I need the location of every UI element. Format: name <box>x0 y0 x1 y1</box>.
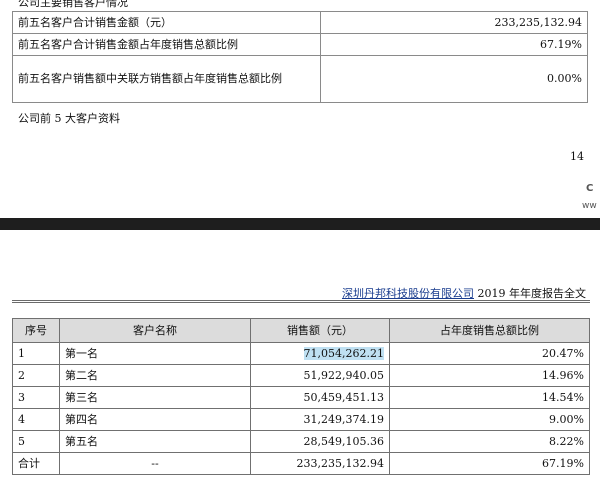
customer-name: 第二名 <box>59 364 251 387</box>
company-name-link[interactable]: 深圳丹邦科技股份有限公司 <box>342 287 474 300</box>
selected-text[interactable]: 71,054,262.21 <box>303 346 384 360</box>
column-header: 客户名称 <box>59 318 251 343</box>
sales-amount: 71,054,262.21 <box>250 342 390 365</box>
sales-ratio: 8.22% <box>389 430 590 453</box>
sales-ratio: 9.00% <box>389 408 590 431</box>
customer-name: 第三名 <box>59 386 251 409</box>
header-rule <box>12 302 590 303</box>
watermark-logo: C <box>586 183 594 194</box>
customer-name: 第四名 <box>59 408 251 431</box>
table-row: 4 第四名 31,249,374.19 9.00% <box>12 408 590 431</box>
row-number: 4 <box>12 408 60 431</box>
summary-value: 233,235,132.94 <box>320 11 588 34</box>
customer-name: 第五名 <box>59 430 251 453</box>
row-number: 2 <box>12 364 60 387</box>
summary-label: 前五名客户合计销售金额占年度销售总额比例 <box>12 33 321 56</box>
table-row: 3 第三名 50,459,451.13 14.54% <box>12 386 590 409</box>
customer-name: 第一名 <box>59 342 251 365</box>
summary-value: 67.19% <box>320 33 588 56</box>
section-title: 公司主要销售客户情况 <box>18 0 128 9</box>
page-break-divider <box>0 218 600 230</box>
page-number: 14 <box>570 150 584 163</box>
row-number: 5 <box>12 430 60 453</box>
total-name: -- <box>59 452 251 475</box>
column-header: 序号 <box>12 318 60 343</box>
sales-amount: 50,459,451.13 <box>250 386 390 409</box>
column-header: 占年度销售总额比例 <box>389 318 590 343</box>
sales-ratio: 20.47% <box>389 342 590 365</box>
summary-label: 前五名客户合计销售金额（元） <box>12 11 321 34</box>
watermark-url: ww <box>582 201 597 211</box>
table-header-row: 序号 客户名称 销售额（元） 占年度销售总额比例 <box>12 318 590 343</box>
table-row: 前五名客户合计销售金额（元） 233,235,132.94 <box>12 11 588 34</box>
table-row: 1 第一名 71,054,262.21 20.47% <box>12 342 590 365</box>
column-header: 销售额（元） <box>250 318 390 343</box>
sales-amount: 51,922,940.05 <box>250 364 390 387</box>
table-row: 前五名客户销售额中关联方销售额占年度销售总额比例 0.00% <box>12 55 588 103</box>
total-amount: 233,235,132.94 <box>250 452 390 475</box>
row-number: 1 <box>12 342 60 365</box>
sales-amount: 31,249,374.19 <box>250 408 390 431</box>
sales-ratio: 14.96% <box>389 364 590 387</box>
total-label: 合计 <box>12 452 60 475</box>
sales-ratio: 14.54% <box>389 386 590 409</box>
summary-label: 前五名客户销售额中关联方销售额占年度销售总额比例 <box>12 55 321 103</box>
table-row: 前五名客户合计销售金额占年度销售总额比例 67.19% <box>12 33 588 56</box>
table-row: 2 第二名 51,922,940.05 14.96% <box>12 364 590 387</box>
total-ratio: 67.19% <box>389 452 590 475</box>
row-number: 3 <box>12 386 60 409</box>
page-header: 深圳丹邦科技股份有限公司 2019 年年度报告全文 <box>342 285 586 301</box>
sales-amount: 28,549,105.36 <box>250 430 390 453</box>
report-title: 2019 年年度报告全文 <box>474 287 586 300</box>
table-total-row: 合计 -- 233,235,132.94 67.19% <box>12 452 590 475</box>
table-row: 5 第五名 28,549,105.36 8.22% <box>12 430 590 453</box>
header-rule <box>12 300 590 301</box>
summary-value: 0.00% <box>320 55 588 103</box>
subsection-title: 公司前 5 大客户资料 <box>18 112 120 125</box>
top-customers-table: 序号 客户名称 销售额（元） 占年度销售总额比例 1 第一名 71,054,26… <box>12 318 590 475</box>
sales-summary-table: 前五名客户合计销售金额（元） 233,235,132.94 前五名客户合计销售金… <box>12 11 588 103</box>
